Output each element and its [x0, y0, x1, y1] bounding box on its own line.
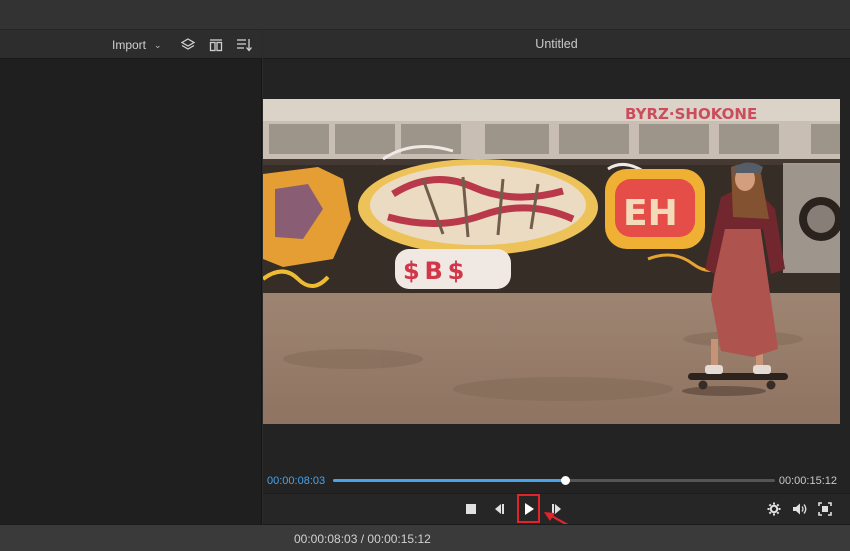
columns-icon[interactable]	[208, 37, 224, 53]
media-toolbar: Import ⌄	[0, 30, 262, 59]
settings-icon[interactable]	[766, 501, 782, 517]
fullscreen-icon[interactable]	[817, 501, 833, 517]
progress-slider[interactable]	[333, 476, 775, 485]
preview-panel: Untitled BYRZ·SHOKONE $ B $ EH 00:00:08:…	[263, 30, 850, 524]
media-panel: Import ⌄	[0, 30, 262, 524]
timeline-row: 00:00:08:03 00:00:15:12	[263, 471, 850, 491]
sort-list-icon[interactable]	[236, 37, 252, 53]
preview-title-bar: Untitled	[263, 30, 850, 59]
import-label: Import	[112, 38, 147, 52]
status-timecode: 00:00:08:03 / 00:00:15:12	[294, 532, 431, 546]
stop-icon[interactable]	[463, 501, 479, 517]
progress-knob[interactable]	[560, 476, 570, 485]
progress-fill	[333, 479, 566, 482]
status-bar: 00:00:08:03 / 00:00:15:12	[0, 524, 850, 551]
window-top-bar	[0, 0, 850, 30]
play-icon[interactable]	[521, 501, 537, 517]
video-frame[interactable]: BYRZ·SHOKONE $ B $ EH	[263, 99, 840, 424]
playback-controls	[263, 493, 850, 524]
total-time: 00:00:15:12	[778, 475, 837, 487]
chevron-down-icon[interactable]: ⌄	[154, 40, 162, 51]
volume-icon[interactable]	[792, 501, 808, 517]
project-title: Untitled	[535, 37, 578, 51]
step-back-icon[interactable]	[491, 501, 507, 517]
step-forward-icon[interactable]	[549, 501, 565, 517]
current-time: 00:00:08:03	[267, 475, 326, 487]
import-button[interactable]: Import ⌄	[112, 37, 162, 53]
layers-icon[interactable]	[180, 37, 196, 53]
